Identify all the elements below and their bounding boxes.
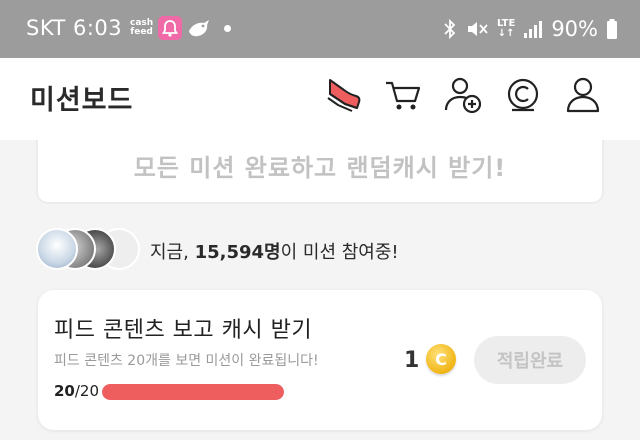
cart-icon[interactable]	[382, 74, 424, 116]
battery-percent: 90%	[551, 17, 598, 41]
clock: 6:03	[73, 16, 123, 40]
cashfeed-line2: feed	[130, 27, 153, 37]
vibrate-mute-icon	[467, 22, 488, 36]
participants-row: 지금, 15,594명이 미션 참여중!	[36, 228, 616, 272]
battery-icon	[607, 19, 617, 39]
page-title: 미션보드	[30, 85, 134, 116]
status-bar: SKT 6:03 cash feed LTE ↓↑ 90%	[0, 0, 640, 58]
reward-amount: 1	[404, 348, 420, 373]
status-time: SKT 6:03	[26, 16, 122, 40]
signal-icon	[524, 21, 543, 38]
participants-prefix: 지금,	[150, 242, 189, 263]
participants-count-text: 지금, 15,594명이 미션 참여중!	[150, 238, 399, 264]
progress-bar-fill	[102, 384, 284, 400]
bell-notification-icon	[158, 16, 182, 40]
data-arrows: ↓↑	[497, 28, 515, 39]
add-friend-icon[interactable]	[442, 74, 484, 116]
bluetooth-icon	[444, 18, 456, 40]
progress-bar	[102, 384, 284, 400]
cash-coin-icon: C	[426, 344, 456, 374]
mission-progress-text: 20/20	[54, 382, 99, 400]
app-notification-icon	[186, 18, 212, 40]
sneaker-icon[interactable]	[322, 74, 364, 116]
participant-avatar	[36, 228, 78, 270]
network-type: LTE ↓↑	[497, 19, 515, 39]
carrier-label: SKT	[26, 16, 66, 40]
more-notifications-dot	[224, 25, 231, 32]
participants-suffix: 이 미션 참여중!	[280, 242, 399, 263]
progress-total: /20	[74, 382, 100, 400]
participants-count: 15,594명	[194, 242, 281, 263]
mission-card[interactable]: 피드 콘텐츠 보고 캐시 받기 피드 콘텐츠 20개를 보면 미션이 완료됩니다…	[38, 290, 602, 430]
mission-title: 피드 콘텐츠 보고 캐시 받기	[54, 318, 313, 343]
status-right: LTE ↓↑ 90%	[443, 14, 618, 44]
progress-current: 20	[54, 382, 75, 400]
app-header: 미션보드	[0, 58, 640, 140]
banner-text: 모든 미션 완료하고 랜덤캐시 받기!	[133, 154, 507, 182]
mission-description: 피드 콘텐츠 20개를 보면 미션이 완료됩니다!	[54, 353, 319, 369]
claim-complete-button[interactable]: 적립완료	[474, 336, 586, 384]
all-missions-banner[interactable]: 모든 미션 완료하고 랜덤캐시 받기!	[36, 140, 604, 204]
cash-coin-icon[interactable]	[502, 74, 544, 116]
profile-icon[interactable]	[562, 74, 604, 116]
cashfeed-notification-icon: cash feed	[130, 19, 153, 37]
